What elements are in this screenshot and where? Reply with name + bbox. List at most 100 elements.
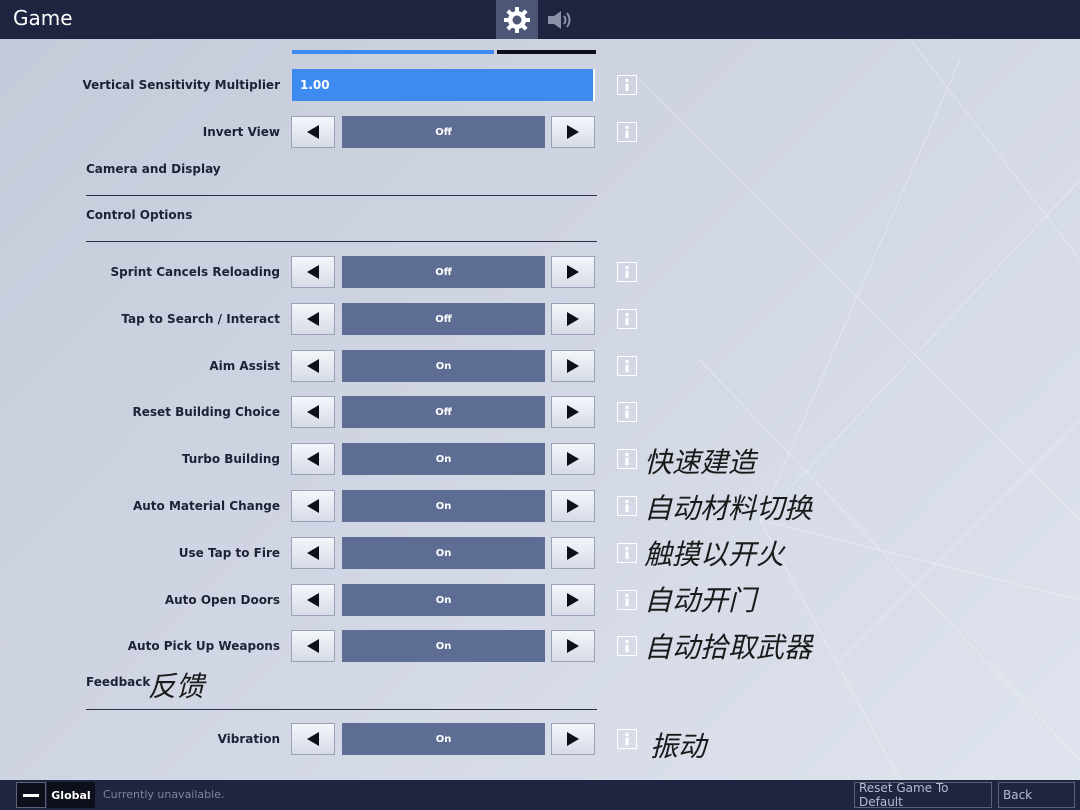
info-icon[interactable] [617, 449, 637, 469]
left-arrow-icon [307, 405, 319, 419]
previous-option-button[interactable] [291, 350, 335, 382]
next-option-button[interactable] [551, 630, 595, 662]
setting-row: Auto Material Change On [0, 490, 700, 524]
next-option-button[interactable] [551, 396, 595, 428]
setting-row-vibration: Vibration On [0, 723, 700, 757]
section-title: Feedback [86, 675, 151, 689]
right-arrow-icon [567, 359, 579, 373]
minus-icon [23, 793, 39, 797]
previous-option-button[interactable] [291, 396, 335, 428]
setting-label: Invert View [202, 125, 280, 139]
tab-indicator-active [292, 50, 494, 54]
left-arrow-icon [307, 499, 319, 513]
info-icon[interactable] [617, 496, 637, 516]
info-icon[interactable] [617, 122, 637, 142]
left-arrow-icon [307, 265, 319, 279]
right-arrow-icon [567, 639, 579, 653]
previous-option-button[interactable] [291, 723, 335, 755]
previous-option-button[interactable] [291, 630, 335, 662]
setting-row: Reset Building Choice Off [0, 396, 700, 430]
global-label[interactable]: Global [47, 782, 95, 808]
setting-label: Aim Assist [209, 359, 280, 373]
setting-label: Auto Material Change [132, 499, 280, 513]
left-arrow-icon [307, 593, 319, 607]
info-icon[interactable] [617, 402, 637, 422]
setting-value: On [342, 630, 545, 662]
right-arrow-icon [567, 546, 579, 560]
left-arrow-icon [307, 732, 319, 746]
section-camera-and-display[interactable]: Camera and Display [86, 162, 597, 196]
info-icon[interactable] [617, 636, 637, 656]
previous-option-button[interactable] [291, 303, 335, 335]
info-icon[interactable] [617, 309, 637, 329]
setting-value: On [342, 723, 545, 755]
next-option-button[interactable] [551, 303, 595, 335]
next-option-button[interactable] [551, 256, 595, 288]
collapse-toggle-button[interactable] [16, 782, 46, 808]
left-arrow-icon [307, 639, 319, 653]
setting-label: Use Tap to Fire [178, 546, 280, 560]
info-icon[interactable] [617, 729, 637, 749]
reset-default-button[interactable]: Reset Game To Default [854, 781, 992, 809]
setting-label: Auto Pick Up Weapons [127, 639, 280, 653]
previous-option-button[interactable] [291, 256, 335, 288]
right-arrow-icon [567, 499, 579, 513]
next-option-button[interactable] [551, 116, 595, 148]
setting-value: On [342, 537, 545, 569]
tab-audio-settings[interactable] [540, 0, 582, 39]
next-option-button[interactable] [551, 443, 595, 475]
right-arrow-icon [567, 265, 579, 279]
section-title: Control Options [86, 208, 193, 222]
setting-row-invert-view: Invert View Off [0, 116, 700, 150]
right-arrow-icon [567, 125, 579, 139]
setting-row: Sprint Cancels Reloading Off [0, 256, 700, 290]
setting-row-vertical-sensitivity: Vertical Sensitivity Multiplier 1.00 [0, 69, 700, 103]
setting-row: Auto Pick Up Weapons On [0, 630, 700, 664]
previous-option-button[interactable] [291, 443, 335, 475]
section-control-options[interactable]: Control Options [86, 208, 597, 242]
top-bar: Game [0, 0, 1080, 39]
tab-game-settings[interactable] [496, 0, 538, 39]
left-arrow-icon [307, 312, 319, 326]
next-option-button[interactable] [551, 584, 595, 616]
info-icon[interactable] [617, 356, 637, 376]
next-option-button[interactable] [551, 490, 595, 522]
setting-row: Auto Open Doors On [0, 584, 700, 618]
setting-row: Tap to Search / Interact Off [0, 303, 700, 337]
setting-value: On [342, 350, 545, 382]
next-option-button[interactable] [551, 723, 595, 755]
tab-indicator [497, 50, 596, 54]
gear-icon [504, 6, 530, 33]
next-option-button[interactable] [551, 537, 595, 569]
info-icon[interactable] [617, 543, 637, 563]
previous-option-button[interactable] [291, 537, 335, 569]
right-arrow-icon [567, 593, 579, 607]
section-divider [86, 241, 597, 242]
setting-value: On [342, 443, 545, 475]
previous-option-button[interactable] [291, 490, 335, 522]
setting-value: Off [342, 256, 545, 288]
info-icon[interactable] [617, 590, 637, 610]
section-divider [86, 195, 597, 196]
setting-row: Turbo Building On [0, 443, 700, 477]
vertical-sensitivity-slider[interactable]: 1.00 [292, 69, 595, 101]
section-feedback[interactable]: Feedback [86, 675, 597, 710]
setting-label: Vertical Sensitivity Multiplier [82, 78, 280, 92]
setting-label: Turbo Building [181, 452, 280, 466]
info-icon[interactable] [617, 262, 637, 282]
left-arrow-icon [307, 359, 319, 373]
setting-row: Aim Assist On [0, 350, 700, 384]
speaker-icon [548, 10, 571, 29]
status-text: Currently unavailable. [103, 788, 225, 801]
left-arrow-icon [307, 125, 319, 139]
setting-value: Off [342, 116, 545, 148]
section-title: Camera and Display [86, 162, 221, 176]
info-icon[interactable] [617, 75, 637, 95]
previous-option-button[interactable] [291, 584, 335, 616]
next-option-button[interactable] [551, 350, 595, 382]
slider-value: 1.00 [300, 78, 330, 92]
previous-option-button[interactable] [291, 116, 335, 148]
back-button[interactable]: Back [998, 782, 1075, 808]
right-arrow-icon [567, 405, 579, 419]
right-arrow-icon [567, 732, 579, 746]
